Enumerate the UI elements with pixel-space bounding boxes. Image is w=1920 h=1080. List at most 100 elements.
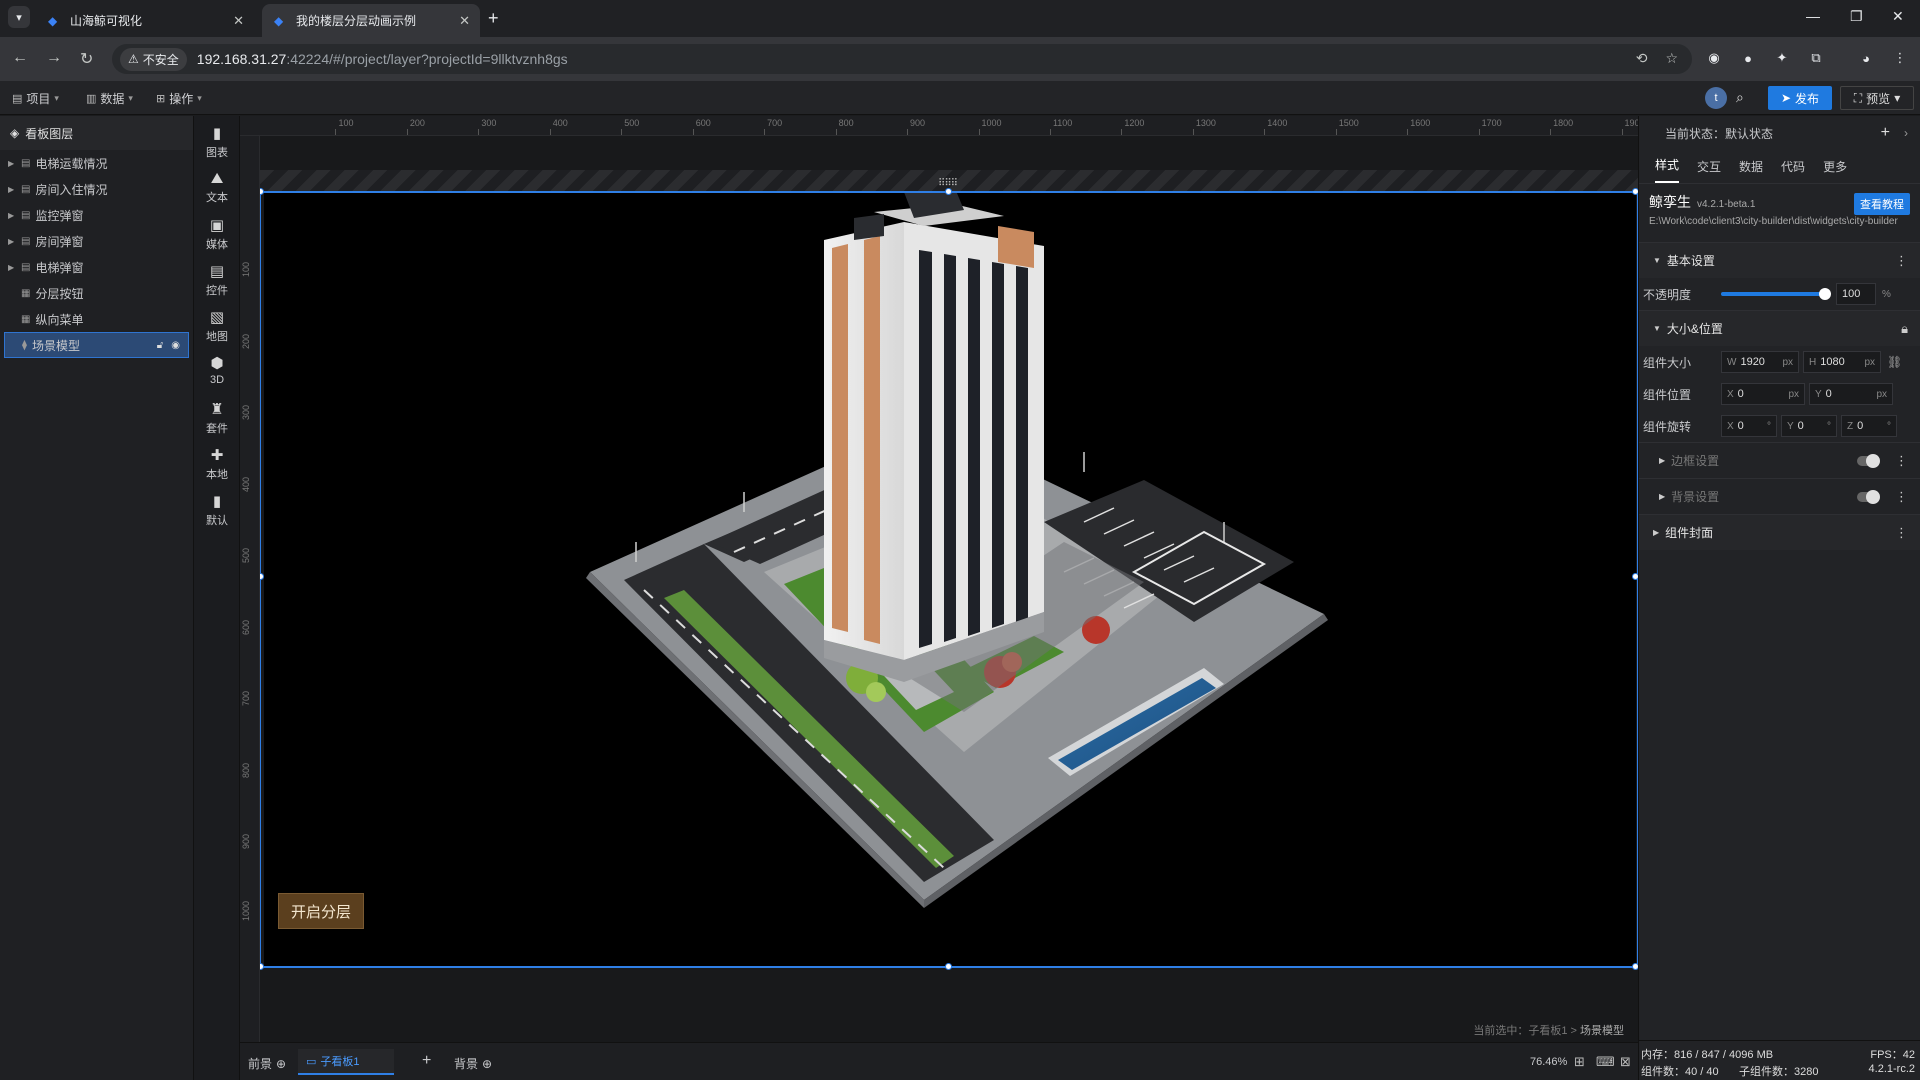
layer-item[interactable]: ▶ ▤ 电梯弹窗: [0, 254, 193, 280]
caret-right-icon[interactable]: ▶: [8, 237, 16, 246]
browser-tab-1[interactable]: ◆ 山海鲸可视化 ✕: [36, 4, 254, 37]
open-layers-button[interactable]: 开启分层: [278, 893, 364, 929]
vertical-ruler[interactable]: 100 200 300 400 500 600 700 800 900 1000: [240, 136, 260, 1042]
unlock-icon[interactable]: 🔓︎: [157, 340, 163, 351]
foreground-tab[interactable]: 前景 ⊕: [248, 1055, 286, 1072]
resize-handle[interactable]: [945, 188, 952, 195]
fit-screen-icon[interactable]: ⊞: [1574, 1054, 1585, 1070]
background-tab[interactable]: 背景 ⊕: [454, 1055, 492, 1072]
opacity-slider[interactable]: [1721, 288, 1831, 300]
lock-icon[interactable]: 🔒︎: [1901, 321, 1908, 337]
add-circle-icon[interactable]: ⊕: [276, 1057, 286, 1071]
caret-right-icon[interactable]: ▶: [8, 185, 16, 194]
chevron-right-icon[interactable]: ›: [1904, 126, 1908, 140]
layer-item[interactable]: ⧫ 场景模型 🔓︎ ◉: [4, 332, 189, 358]
caret-right-icon[interactable]: ▶: [8, 263, 16, 272]
section-cover[interactable]: ▶ 组件封面 ⋮: [1639, 514, 1920, 550]
close-icon[interactable]: ✕: [459, 13, 470, 29]
extension-icon[interactable]: ◉: [1704, 48, 1724, 68]
publish-button[interactable]: ➤ 发布: [1768, 86, 1832, 110]
minimize-icon[interactable]: —: [1806, 8, 1820, 24]
rail-item[interactable]: ⛰ 文本: [194, 170, 240, 205]
add-board-button[interactable]: +: [422, 1052, 431, 1070]
rail-item[interactable]: ⬢ 3D: [194, 354, 240, 386]
avatar[interactable]: t: [1705, 87, 1727, 109]
rail-item[interactable]: ▧ 地图: [194, 308, 240, 344]
width-input[interactable]: W 1920 px: [1721, 351, 1799, 373]
layer-item[interactable]: ▶ ▤ 房间弹窗: [0, 228, 193, 254]
layer-item[interactable]: ▦ 分层按钮: [0, 280, 193, 306]
more-vertical-icon[interactable]: ⋮: [1895, 525, 1908, 541]
puzzle-icon[interactable]: ⧉: [1806, 48, 1826, 68]
rail-item[interactable]: ▮ 默认: [194, 492, 240, 528]
search-icon[interactable]: ⌕: [1736, 89, 1744, 106]
height-input[interactable]: H 1080 px: [1803, 351, 1881, 373]
canvas-stage[interactable]: 开启分层: [264, 192, 1636, 966]
more-vertical-icon[interactable]: ⋮: [1895, 453, 1908, 469]
terminal-icon[interactable]: ⊠: [1620, 1054, 1631, 1070]
slider-knob[interactable]: [1819, 288, 1831, 300]
tab-1[interactable]: 交互: [1697, 158, 1721, 183]
layer-item[interactable]: ▶ ▤ 房间入住情况: [0, 176, 193, 202]
keyboard-icon[interactable]: ⌨: [1596, 1054, 1615, 1070]
horizontal-ruler[interactable]: 100 200 300 400 500 600 700 800 900 1000 1100 1200 1…: [240, 116, 1638, 136]
forward-icon[interactable]: →: [46, 49, 62, 67]
close-window-icon[interactable]: ✕: [1892, 8, 1904, 25]
link-icon[interactable]: ⛓: [1887, 355, 1902, 369]
background-toggle[interactable]: [1857, 489, 1880, 504]
sub-board-tab[interactable]: ▭ 子看板1: [298, 1049, 394, 1075]
pos-x-input[interactable]: X 0 px: [1721, 383, 1805, 405]
tab-search-button[interactable]: ▾: [8, 6, 30, 28]
section-basic[interactable]: ▼ 基本设置 ⋮: [1639, 242, 1920, 278]
new-tab-button[interactable]: +: [488, 8, 499, 29]
rail-item[interactable]: ▣ 媒体: [194, 216, 240, 252]
state-label[interactable]: 当前状态：默认状态: [1665, 125, 1773, 142]
view-tutorial-button[interactable]: 查看教程: [1854, 193, 1910, 215]
add-circle-icon[interactable]: ⊕: [482, 1057, 492, 1071]
extension-icon[interactable]: ●: [1738, 48, 1758, 68]
tab-0[interactable]: 样式: [1655, 156, 1680, 183]
profile-icon[interactable]: ◕: [1856, 48, 1876, 68]
reload-icon[interactable]: ↻: [80, 49, 93, 69]
url-input[interactable]: ⚠ 不安全 192.168.31.27:42224/#/project/laye…: [112, 44, 1692, 74]
section-border[interactable]: ▶ 边框设置 ⋮: [1639, 442, 1920, 478]
tab-3[interactable]: 代码: [1781, 158, 1805, 183]
restore-icon[interactable]: ❐: [1850, 8, 1863, 25]
section-size-position[interactable]: ▼ 大小&位置 🔒︎: [1639, 310, 1920, 346]
tab-4[interactable]: 更多: [1823, 158, 1847, 183]
canvas-workspace[interactable]: ⠿⠿⠿ 开启分层 当前选中：子看板1 > 场景模型: [260, 136, 1638, 1042]
more-vertical-icon[interactable]: ⋮: [1895, 253, 1908, 269]
translate-icon[interactable]: ⟲: [1636, 50, 1648, 67]
layer-item[interactable]: ▶ ▤ 监控弹窗: [0, 202, 193, 228]
preview-button[interactable]: ⛶ 预览 ▾: [1840, 86, 1914, 110]
rail-item[interactable]: ✚ 本地: [194, 446, 240, 482]
star-icon[interactable]: ☆: [1665, 50, 1678, 67]
more-icon[interactable]: ⋮: [1890, 48, 1910, 68]
close-icon[interactable]: ✕: [233, 13, 244, 29]
back-icon[interactable]: ←: [12, 49, 28, 67]
caret-right-icon[interactable]: ▶: [8, 211, 16, 220]
resize-handle[interactable]: [260, 963, 264, 970]
extension-icon[interactable]: ✦: [1772, 48, 1792, 68]
caret-right-icon[interactable]: ▶: [8, 159, 16, 168]
rot-z-input[interactable]: Z 0 °: [1841, 415, 1897, 437]
browser-tab-2[interactable]: ◆ 我的楼层分层动画示例 ✕: [262, 4, 480, 37]
resize-handle[interactable]: [945, 963, 952, 970]
rail-item[interactable]: ▤ 控件: [194, 262, 240, 298]
zoom-level[interactable]: 76.46%: [1530, 1056, 1567, 1068]
eye-icon[interactable]: ◉: [171, 340, 180, 351]
menu-project[interactable]: ▤ 项目 ▾: [12, 90, 59, 107]
opacity-input[interactable]: 100: [1836, 283, 1876, 305]
security-chip[interactable]: ⚠ 不安全: [120, 47, 187, 71]
more-vertical-icon[interactable]: ⋮: [1895, 489, 1908, 505]
rot-y-input[interactable]: Y 0 °: [1781, 415, 1837, 437]
border-toggle[interactable]: [1857, 453, 1880, 468]
rot-x-input[interactable]: X 0 °: [1721, 415, 1777, 437]
layer-item[interactable]: ▶ ▤ 电梯运载情况: [0, 150, 193, 176]
rail-item[interactable]: ▮ 图表: [194, 124, 240, 160]
menu-data[interactable]: ▥ 数据 ▾: [86, 90, 133, 107]
tab-2[interactable]: 数据: [1739, 158, 1763, 183]
section-background[interactable]: ▶ 背景设置 ⋮: [1639, 478, 1920, 514]
pos-y-input[interactable]: Y 0 px: [1809, 383, 1893, 405]
scene-model[interactable]: [264, 192, 1636, 966]
